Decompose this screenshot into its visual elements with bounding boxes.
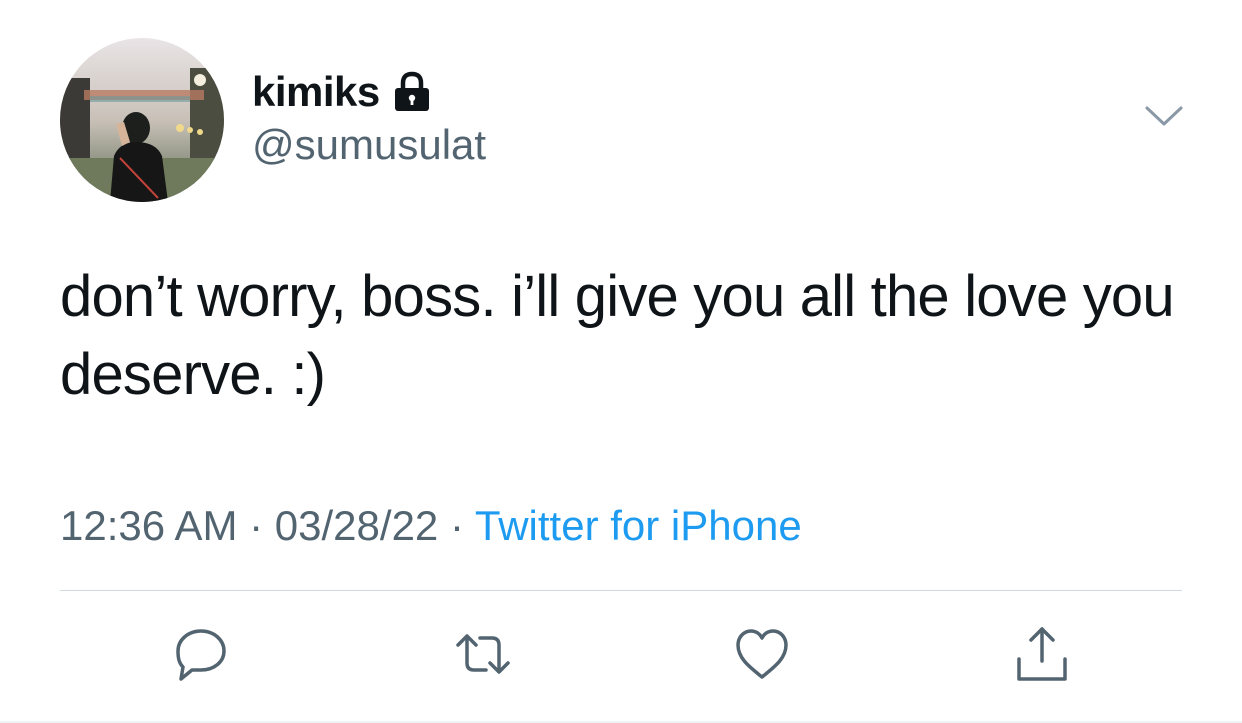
- retweet-icon: [456, 634, 510, 674]
- heart-icon: [736, 629, 788, 679]
- separator-dot: ·: [237, 502, 275, 549]
- retweet-button[interactable]: [451, 622, 515, 686]
- reply-icon: [176, 629, 226, 681]
- share-icon: [1017, 627, 1067, 681]
- share-button[interactable]: [1010, 622, 1074, 686]
- avatar[interactable]: [60, 38, 224, 202]
- more-options-chevron-icon[interactable]: [1143, 102, 1185, 132]
- lock-icon: [392, 71, 432, 113]
- tweet-date: 03/28/22: [274, 502, 439, 549]
- tweet-metadata: 12:36 AM · 03/28/22 · Twitter for iPhone: [60, 500, 802, 552]
- display-name[interactable]: kimiks: [252, 71, 380, 113]
- tweet-source-link[interactable]: Twitter for iPhone: [475, 502, 802, 549]
- profile-photo: [60, 38, 224, 202]
- reply-button[interactable]: [169, 622, 233, 686]
- user-handle[interactable]: @sumusulat: [252, 124, 486, 166]
- separator-dot: ·: [438, 502, 475, 549]
- like-button[interactable]: [730, 622, 794, 686]
- tweet-text: don’t worry, boss. i’ll give you all the…: [60, 264, 1175, 407]
- tweet-time: 12:36 AM: [60, 502, 238, 549]
- divider: [60, 590, 1182, 591]
- author-name-row[interactable]: kimiks: [252, 66, 432, 118]
